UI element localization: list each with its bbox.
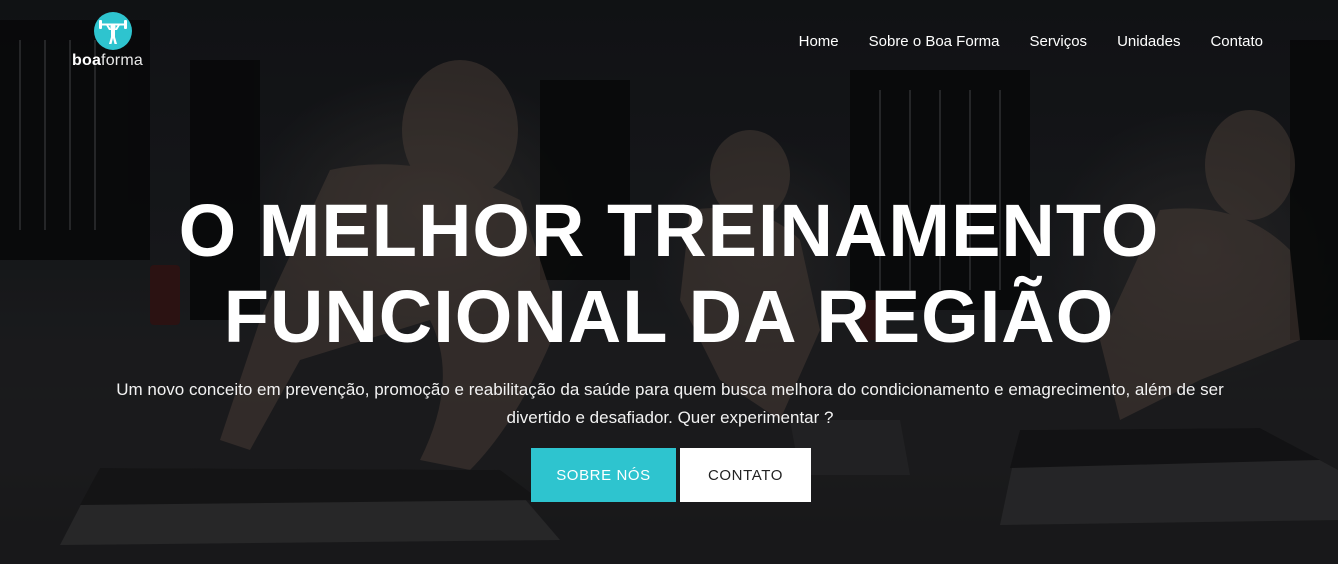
brand-name-light: forma [101,52,143,69]
nav-item-unidades[interactable]: Unidades [1117,33,1180,50]
contato-button[interactable]: CONTATO [680,448,811,502]
nav-item-servicos[interactable]: Serviços [1030,33,1088,50]
hero-headline: O MELHOR TREINAMENTO FUNCIONAL DA REGIÃO [0,188,1338,360]
nav-item-home[interactable]: Home [799,33,839,50]
hero-headline-line-2: FUNCIONAL DA REGIÃO [223,275,1115,358]
brand-name: boaforma [72,52,143,70]
sobre-nos-button[interactable]: SOBRE NÓS [531,448,676,502]
brand-logo[interactable]: boaforma [72,12,156,72]
main-nav: Home Sobre o Boa Forma Serviços Unidades… [799,33,1263,50]
hero-subtitle: Um novo conceito em prevenção, promoção … [116,380,1224,427]
weightlifter-icon [94,12,132,50]
brand-name-bold: boa [72,52,102,69]
nav-item-contato[interactable]: Contato [1210,33,1263,50]
hero-headline-line-1: O MELHOR TREINAMENTO [178,189,1160,272]
hero-actions: SOBRE NÓS CONTATO [531,448,811,502]
nav-item-sobre[interactable]: Sobre o Boa Forma [869,33,1000,50]
